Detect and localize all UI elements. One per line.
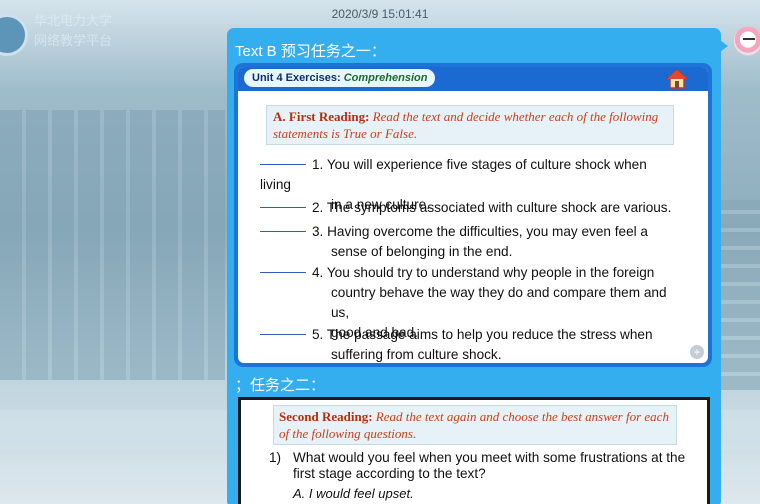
unit-title-emphasis: Comprehension [343,72,428,84]
question-1: 1) What would you feel when you meet with… [269,450,689,482]
statement-line: country behave the way they do and compa… [331,285,667,320]
home-icon[interactable] [666,68,688,90]
message-timestamp: 2020/3/9 15:01:41 [331,7,429,21]
answer-blank [260,272,306,273]
zoom-icon[interactable]: + [690,345,704,359]
school-name-line2: 网络教学平台 [34,34,113,49]
question-1-option-a: A. I would feel upset. [293,486,414,501]
question-number: 1) [269,450,282,465]
second-reading-instructions: Second Reading: Read the text again and … [273,405,677,445]
statement-line: 1. You will experience five stages of cu… [260,157,647,192]
answer-blank [260,334,306,335]
slide1-content: Unit 4 Exercises: Comprehension A. First… [238,67,708,363]
slide2-content: Second Reading: Read the text again and … [241,400,707,504]
statement-line: 4. You should try to understand why peop… [312,265,655,280]
unit-title: Unit 4 Exercises: Comprehension [244,69,436,87]
first-reading-instructions: A. First Reading: Read the text and deci… [266,105,674,145]
user-avatar[interactable] [733,26,760,56]
statement-5: 5. The passage aims to help you reduce t… [260,325,680,363]
question-line: first stage according to the text? [293,466,486,481]
answer-blank [260,164,306,165]
statement-2: 2. The symptoms associated with culture … [260,198,680,218]
statement-line: sense of belonging in the end. [331,244,513,259]
slide-image-2[interactable]: Second Reading: Read the text again and … [238,397,710,504]
first-reading-lead: A. First Reading: [273,109,370,124]
message-text-line1: Text B 预习任务之一： [235,43,386,60]
statement-line: 3. Having overcome the difficulties, you… [312,224,648,239]
background-building-right [715,200,760,390]
background-building [0,110,225,380]
answer-blank [260,231,306,232]
question-line: What would you feel when you meet with s… [293,450,686,465]
statement-3: 3. Having overcome the difficulties, you… [260,222,680,262]
statement-line: 5. The passage aims to help you reduce t… [312,327,653,342]
answer-blank [260,207,306,208]
second-reading-lead: Second Reading: [279,409,373,424]
unit-title-prefix: Unit 4 Exercises: [252,72,344,84]
slide-image-1[interactable]: Unit 4 Exercises: Comprehension A. First… [234,63,712,367]
message-text-line2: ；任务之二： [235,377,326,394]
statement-line: 2. The symptoms associated with culture … [312,200,672,215]
statement-line: suffering from culture shock. [331,347,502,362]
